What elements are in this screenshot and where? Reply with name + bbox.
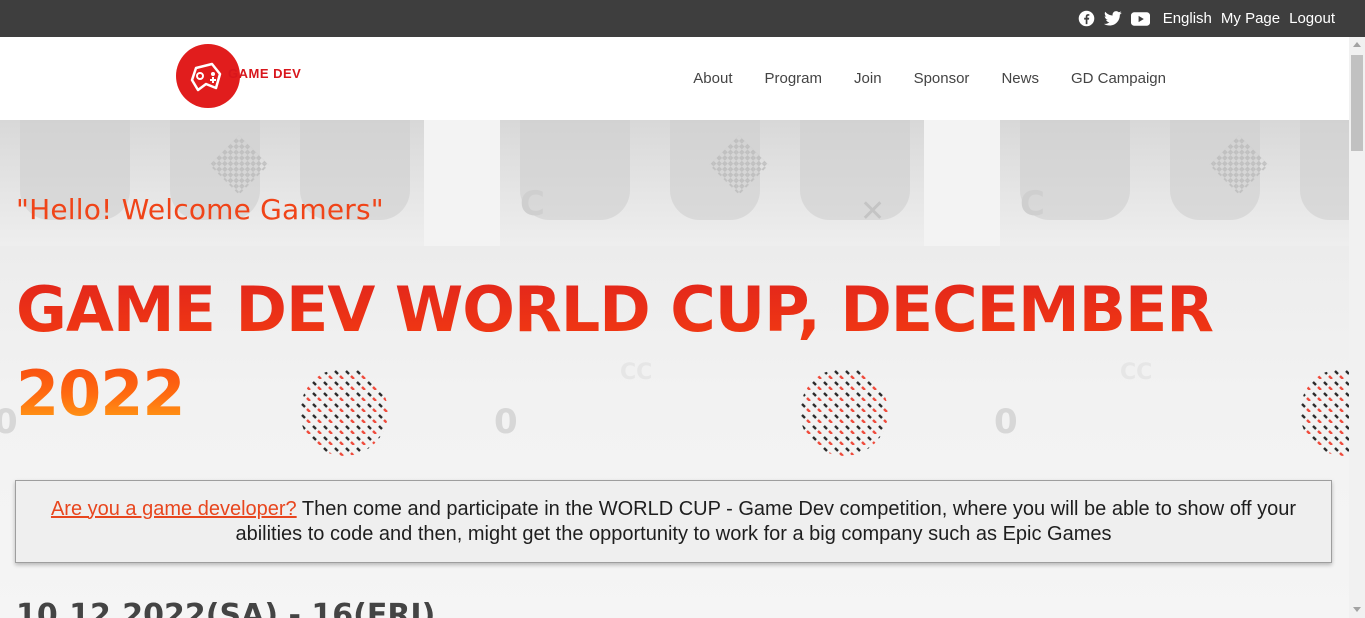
intro-text: Then come and participate in the WORLD C… — [235, 497, 1297, 545]
page-scrollbar[interactable] — [1349, 37, 1365, 618]
top-utility-bar: English My Page Logout — [0, 0, 1365, 37]
twitter-icon[interactable] — [1103, 11, 1122, 26]
youtube-icon[interactable] — [1130, 11, 1150, 26]
hero-section: C C ✕ CC CC 0 0 0 "Hello! Welcome Gamers… — [0, 120, 1349, 618]
my-page-link[interactable]: My Page — [1221, 10, 1280, 27]
logo-text: GAME DEV — [228, 66, 302, 81]
event-dates: 10.12.2022(SA) - 16(FRI) — [16, 598, 436, 618]
hero-background-photo — [1000, 120, 1349, 246]
nav-news[interactable]: News — [1001, 70, 1039, 87]
scroll-down-arrow-icon[interactable] — [1353, 607, 1361, 612]
scroll-thumb[interactable] — [1351, 55, 1363, 151]
language-link[interactable]: English — [1163, 10, 1212, 27]
scroll-up-arrow-icon[interactable] — [1353, 42, 1361, 47]
site-header: GAME DEV About Program Join Sponsor News… — [0, 37, 1349, 120]
nav-program[interactable]: Program — [765, 70, 823, 87]
nav-join[interactable]: Join — [854, 70, 882, 87]
logout-link[interactable]: Logout — [1289, 10, 1335, 27]
nav-gd-campaign[interactable]: GD Campaign — [1071, 70, 1166, 87]
c-shape-decoration: C — [1020, 184, 1045, 224]
nav-about[interactable]: About — [693, 70, 732, 87]
hero-headline: GAME DEV WORLD CUP, DECEMBER 2022 — [16, 268, 1266, 436]
main-nav: About Program Join Sponsor News GD Campa… — [693, 37, 1166, 120]
hero-greeting: "Hello! Welcome Gamers" — [16, 193, 384, 226]
game-developer-link[interactable]: Are you a game developer? — [51, 498, 297, 520]
hero-background-photo — [0, 120, 424, 246]
game-dev-logo[interactable]: GAME DEV — [176, 44, 316, 108]
c-shape-decoration: C — [520, 184, 545, 224]
facebook-icon[interactable] — [1078, 10, 1095, 27]
intro-box: Are you a game developer? Then come and … — [15, 480, 1332, 563]
x-shape-decoration: ✕ — [860, 194, 886, 229]
top-utility-links: English My Page Logout — [1078, 0, 1335, 37]
social-links — [1078, 10, 1150, 27]
nav-sponsor[interactable]: Sponsor — [914, 70, 970, 87]
intro-paragraph: Are you a game developer? Then come and … — [46, 497, 1301, 547]
